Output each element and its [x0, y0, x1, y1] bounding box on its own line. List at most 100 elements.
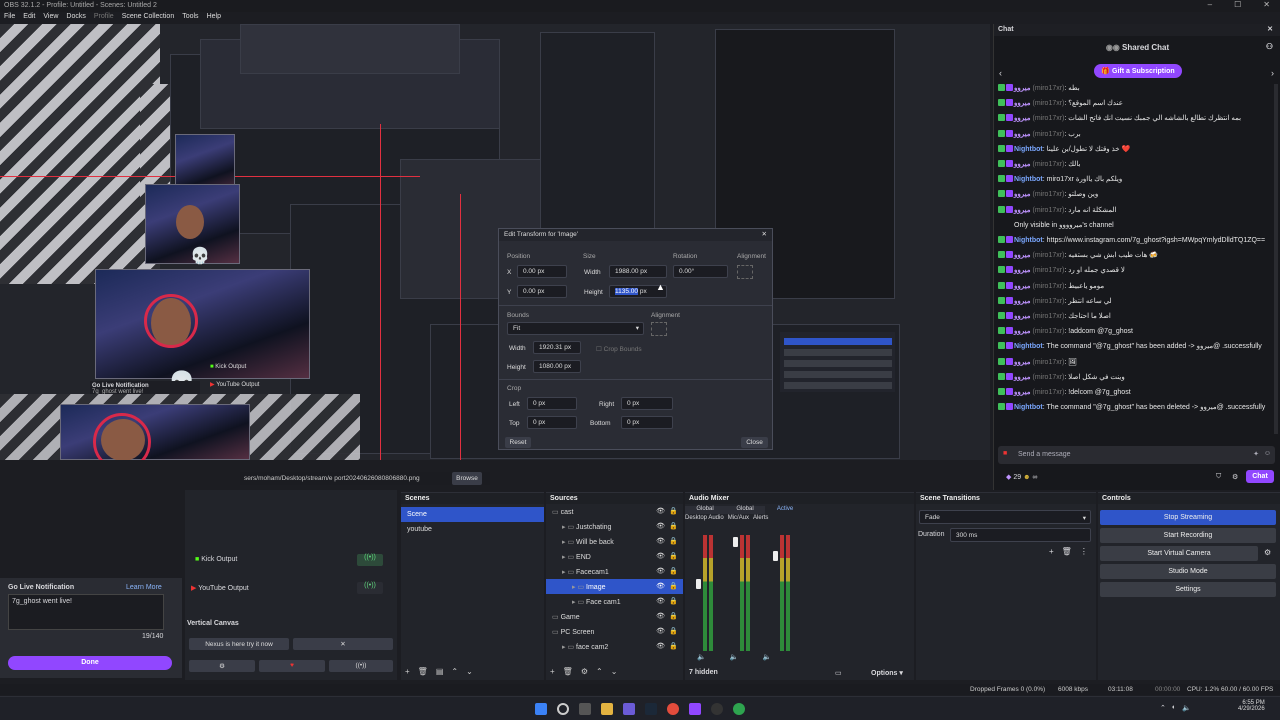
menu-view[interactable]: View	[43, 13, 58, 22]
chat-username[interactable]: Nightbot	[1014, 146, 1043, 153]
crop-bounds-checkbox[interactable]: ☐ Crop Bounds	[596, 345, 642, 353]
arrow-up-icon[interactable]: ⌃	[596, 667, 603, 676]
close-icon[interactable]: ✕	[1267, 25, 1273, 33]
gear-icon[interactable]: ⚙	[581, 667, 588, 676]
arrow-down-icon[interactable]: ⌄	[611, 667, 618, 676]
visibility-icon[interactable]: 👁	[656, 642, 665, 650]
lock-icon[interactable]: 🔒	[669, 507, 678, 515]
close-icon[interactable]: ✕	[762, 230, 767, 238]
channel-mic-aux[interactable]: Mic/Aux	[728, 515, 749, 521]
task-view-icon[interactable]	[579, 703, 591, 715]
menu-help[interactable]: Help	[207, 13, 221, 22]
menu-edit[interactable]: Edit	[23, 13, 35, 22]
source-item[interactable]: ▸ ▭ face cam2 👁 🔒	[546, 639, 683, 654]
lock-icon[interactable]: 🔒	[669, 627, 678, 635]
visibility-icon[interactable]: 👁	[656, 627, 665, 635]
speaker-icon[interactable]: 🔈	[730, 653, 739, 661]
lock-icon[interactable]: 🔒	[669, 552, 678, 560]
chat-username[interactable]: ميروو	[1014, 374, 1031, 381]
menu-docks[interactable]: Docks	[66, 13, 85, 22]
crop-right-input[interactable]: 0 px	[621, 397, 673, 410]
lock-icon[interactable]: 🔒	[669, 582, 678, 590]
chat-username[interactable]: Nightbot	[1014, 404, 1043, 411]
users-icon[interactable]: ⚇	[1266, 42, 1273, 51]
broadcast-icon[interactable]: ((•))	[329, 660, 393, 672]
trash-icon[interactable]: 🗑	[1062, 547, 1072, 556]
bounds-alignment-grid[interactable]	[651, 322, 667, 336]
add-icon[interactable]: +	[550, 667, 555, 676]
broadcast-icon[interactable]: ((•))	[357, 554, 383, 566]
options-button[interactable]: Options ▾	[871, 669, 903, 677]
chat-username[interactable]: ميروو	[1014, 283, 1031, 290]
source-item[interactable]: ▭ cast 👁 🔒	[546, 504, 683, 519]
heart-icon[interactable]: ♥	[259, 660, 325, 672]
chat-username[interactable]: ميروو	[1014, 207, 1031, 214]
chat-username[interactable]: ميروو	[1014, 161, 1031, 168]
gear-icon[interactable]: ⚙	[189, 660, 255, 672]
channel-alerts[interactable]: Alerts	[753, 515, 768, 521]
gift-subscription-button[interactable]: 🎁 Gift a Subscription	[1094, 64, 1182, 78]
source-item[interactable]: ▭ Game 👁 🔒	[546, 609, 683, 624]
volume-icon[interactable]: 🔈	[1182, 704, 1191, 712]
obs-icon[interactable]	[711, 703, 723, 715]
visibility-icon[interactable]: 👁	[656, 507, 665, 515]
chrome-icon[interactable]	[667, 703, 679, 715]
trash-icon[interactable]: 🗑	[563, 667, 573, 676]
arrow-down-icon[interactable]: ⌄	[466, 667, 473, 676]
scene-item[interactable]: Scene	[401, 507, 544, 522]
chat-username[interactable]: ميروو	[1014, 191, 1031, 198]
transition-select[interactable]: Fade ▾	[919, 510, 1091, 524]
chat-username[interactable]: Nightbot	[1014, 343, 1043, 350]
visibility-icon[interactable]: 👁	[656, 597, 665, 605]
scene-item[interactable]: youtube	[401, 522, 544, 537]
bounds-width-input[interactable]: 1920.31 px	[533, 341, 581, 354]
rotation-input[interactable]: 0.00°	[673, 265, 728, 278]
channel-desktop-audio[interactable]: Desktop Audio	[685, 515, 724, 521]
chat-send-button[interactable]: Chat	[1246, 470, 1274, 483]
chat-username[interactable]: Nightbot	[1014, 176, 1043, 183]
settings-button[interactable]: Settings	[1100, 582, 1276, 597]
arrow-up-icon[interactable]: ⌃	[451, 667, 458, 676]
chevron-up-icon[interactable]: ⌃	[1160, 704, 1166, 712]
trash-icon[interactable]: 🗑	[418, 667, 428, 676]
speaker-icon[interactable]: 🔈	[762, 653, 771, 661]
chat-username[interactable]: Nightbot	[1014, 237, 1043, 244]
gear-icon[interactable]: ⚙	[1264, 548, 1271, 557]
lock-icon[interactable]: 🔒	[669, 597, 678, 605]
steam-icon[interactable]	[645, 703, 657, 715]
network-icon[interactable]: ◐	[1172, 704, 1176, 712]
position-x-input[interactable]: 0.00 px	[517, 265, 567, 278]
menu-profile[interactable]: Profile	[94, 13, 114, 22]
go-live-textarea[interactable]: 7g_ghost went live!	[8, 594, 164, 630]
close-button[interactable]: Close	[741, 437, 768, 448]
visibility-icon[interactable]: 👁	[656, 612, 665, 620]
source-item[interactable]: ▸ ▭ Image 👁 🔒	[546, 579, 683, 594]
chat-username[interactable]: ميروو	[1014, 252, 1031, 259]
source-item[interactable]: ▸ ▭ END 👁 🔒	[546, 549, 683, 564]
chat-username[interactable]: ميروو	[1014, 389, 1031, 396]
stop-streaming-button[interactable]: Stop Streaming	[1100, 510, 1276, 525]
lock-icon[interactable]: 🔒	[669, 642, 678, 650]
volume-slider[interactable]	[773, 551, 778, 561]
lock-icon[interactable]: 🔒	[669, 612, 678, 620]
emote-icon[interactable]: ☺	[1264, 450, 1271, 457]
crop-top-input[interactable]: 0 px	[527, 416, 577, 429]
browse-button[interactable]: Browse	[452, 472, 482, 485]
visibility-icon[interactable]: 👁	[656, 552, 665, 560]
crop-bottom-input[interactable]: 0 px	[621, 416, 673, 429]
file-explorer-icon[interactable]	[601, 703, 613, 715]
minimize-icon[interactable]: –	[1208, 0, 1212, 9]
volume-slider[interactable]	[733, 537, 738, 547]
lock-icon[interactable]: 🔒	[669, 522, 678, 530]
lock-icon[interactable]: 🔒	[669, 537, 678, 545]
done-button[interactable]: Done	[8, 656, 172, 670]
twitch-icon[interactable]	[689, 703, 701, 715]
bounds-height-input[interactable]: 1080.00 px	[533, 360, 581, 373]
browser-icon[interactable]	[733, 703, 745, 715]
visibility-icon[interactable]: 👁	[656, 522, 665, 530]
gear-icon[interactable]: ⚙	[1232, 473, 1238, 481]
chat-username[interactable]: ميروو	[1014, 328, 1031, 335]
start-icon[interactable]	[535, 703, 547, 715]
chat-scrollbar[interactable]	[1274, 84, 1278, 434]
magic-icon[interactable]: ✦	[1253, 450, 1259, 458]
